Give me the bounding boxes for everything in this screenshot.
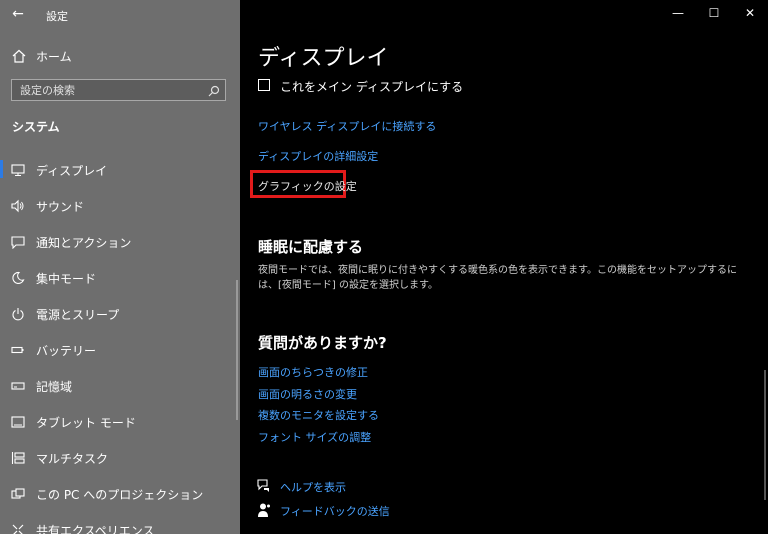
- sidebar-item-battery[interactable]: バッテリー: [0, 332, 240, 368]
- questions-heading: 質問がありますか?: [258, 334, 387, 352]
- font-size-link[interactable]: フォント サイズの調整: [258, 429, 371, 445]
- sidebar-item-notifications[interactable]: 通知とアクション: [0, 224, 240, 260]
- sidebar-item-multitasking[interactable]: マルチタスク: [0, 440, 240, 476]
- wireless-display-link[interactable]: ワイヤレス ディスプレイに接続する: [258, 118, 436, 134]
- main-pane: — ☐ ✕ ディスプレイ これをメイン ディスプレイにする ワイヤレス ディスプ…: [240, 0, 768, 534]
- main-display-checkbox-label: これをメイン ディスプレイにする: [280, 80, 464, 94]
- get-help-link[interactable]: ヘルプを表示: [280, 479, 346, 495]
- moon-icon: [11, 270, 25, 284]
- sidebar-item-label: マルチタスク: [36, 452, 109, 466]
- home-label: ホーム: [36, 50, 72, 64]
- sleep-heading: 睡眠に配慮する: [258, 238, 364, 256]
- sidebar-item-label: 記憶域: [36, 380, 73, 394]
- help-chat-icon: [256, 478, 272, 494]
- battery-icon: [11, 342, 25, 356]
- feedback-person-icon: [256, 502, 272, 518]
- share-icon: [11, 522, 25, 534]
- sidebar-item-tablet[interactable]: タブレット モード: [0, 404, 240, 440]
- projection-icon: [11, 486, 25, 500]
- close-button[interactable]: ✕: [740, 4, 760, 22]
- search-box[interactable]: [11, 79, 226, 101]
- search-icon[interactable]: [207, 83, 221, 97]
- sidebar-item-label: 通知とアクション: [36, 236, 132, 250]
- tablet-icon: [11, 414, 25, 428]
- sidebar-item-focus[interactable]: 集中モード: [0, 260, 240, 296]
- search-input[interactable]: [12, 80, 200, 100]
- sidebar-titlebar: ← 設定: [0, 0, 240, 28]
- sidebar-scrollbar[interactable]: [236, 280, 238, 420]
- sidebar-item-label: バッテリー: [36, 344, 97, 358]
- sidebar-nav: ディスプレイ サウンド 通知とアクション 集中モード 電源とスリープ バッテリー…: [0, 152, 240, 534]
- multi-monitor-link[interactable]: 複数のモニタを設定する: [258, 407, 379, 423]
- app-title: 設定: [46, 10, 68, 23]
- brightness-link[interactable]: 画面の明るさの変更: [258, 386, 357, 402]
- sidebar-item-label: タブレット モード: [36, 416, 136, 430]
- sidebar-item-label: ディスプレイ: [36, 164, 108, 178]
- sidebar-item-label: 集中モード: [36, 272, 97, 286]
- power-icon: [11, 306, 25, 321]
- feedback-link[interactable]: フィードバックの送信: [280, 503, 390, 519]
- back-arrow-icon[interactable]: ←: [10, 6, 26, 22]
- storage-icon: [11, 378, 25, 392]
- main-display-checkbox[interactable]: [258, 79, 270, 91]
- sidebar-item-label: 共有エクスペリエンス: [36, 524, 155, 534]
- sidebar-item-label: サウンド: [36, 200, 85, 214]
- sidebar-item-shared[interactable]: 共有エクスペリエンス: [0, 512, 240, 534]
- notification-icon: [11, 234, 25, 250]
- sidebar: ← 設定 ホーム システム ディスプレイ サウンド: [0, 0, 240, 534]
- maximize-button[interactable]: ☐: [704, 4, 724, 22]
- sidebar-item-label: 電源とスリープ: [36, 308, 120, 322]
- minimize-button[interactable]: —: [668, 4, 688, 22]
- speaker-icon: [11, 198, 25, 213]
- sidebar-item-projection[interactable]: この PC へのプロジェクション: [0, 476, 240, 512]
- page-title: ディスプレイ: [258, 46, 389, 71]
- advanced-display-link[interactable]: ディスプレイの詳細設定: [258, 148, 378, 164]
- sidebar-item-display[interactable]: ディスプレイ: [0, 152, 240, 188]
- home-icon: [12, 48, 26, 63]
- flicker-fix-link[interactable]: 画面のちらつきの修正: [258, 364, 368, 380]
- sidebar-item-home[interactable]: ホーム: [0, 44, 240, 68]
- multitask-icon: [11, 450, 25, 464]
- sidebar-item-sound[interactable]: サウンド: [0, 188, 240, 224]
- sidebar-item-label: この PC へのプロジェクション: [36, 488, 204, 502]
- sleep-description: 夜間モードでは、夜間に眠りに付きやすくする暖色系の色を表示できます。この機能をセ…: [258, 265, 737, 291]
- monitor-icon: [11, 162, 25, 176]
- sidebar-item-storage[interactable]: 記憶域: [0, 368, 240, 404]
- graphics-settings-link[interactable]: グラフィックの設定: [258, 178, 357, 194]
- sidebar-item-power[interactable]: 電源とスリープ: [0, 296, 240, 332]
- main-scrollbar[interactable]: [764, 370, 766, 500]
- section-title: システム: [12, 120, 60, 134]
- window-controls: — ☐ ✕: [648, 0, 768, 28]
